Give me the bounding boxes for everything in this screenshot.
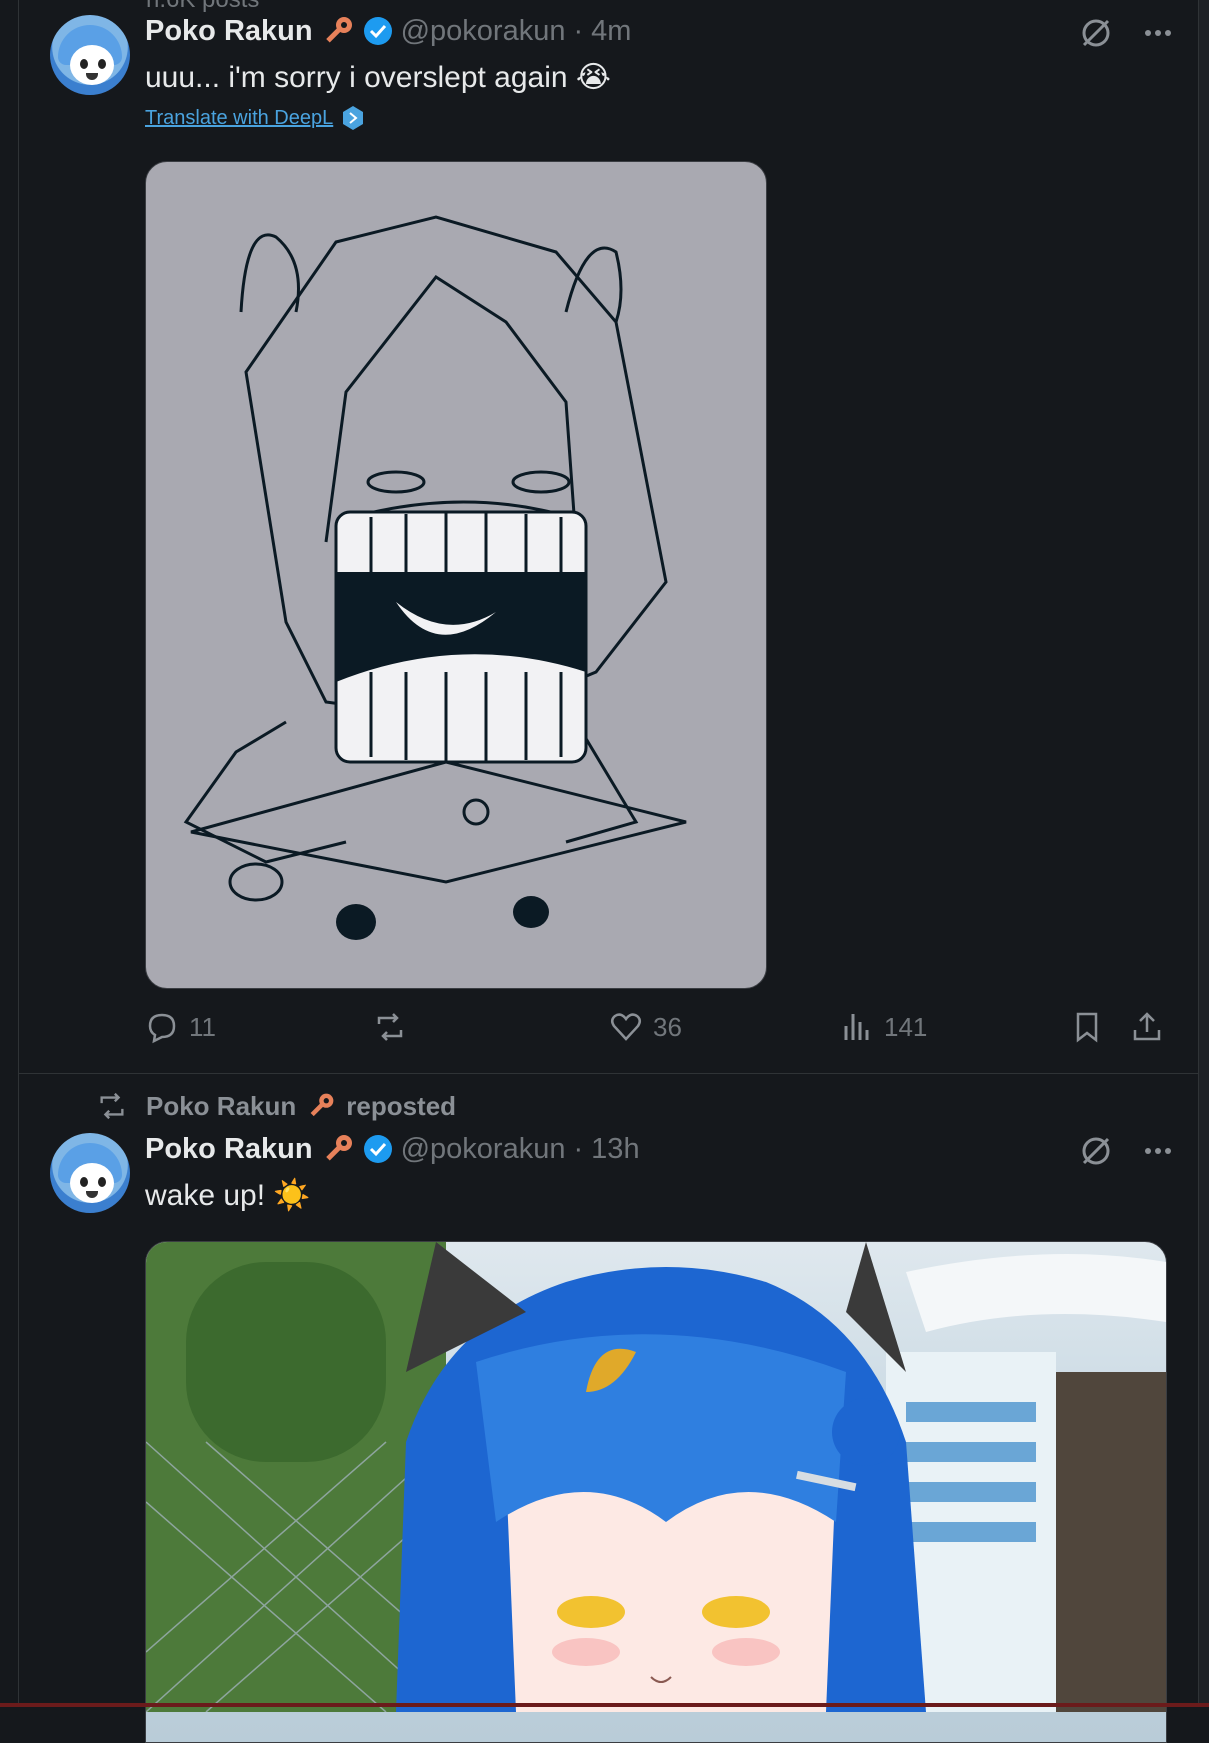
- key-icon: [325, 1135, 352, 1161]
- more-icon[interactable]: [1140, 15, 1176, 51]
- repost-icon: [100, 1092, 124, 1120]
- share-icon: [1133, 1012, 1161, 1041]
- bookmark-icon: [1076, 1012, 1098, 1043]
- post-time[interactable]: · 13h: [573, 1133, 639, 1166]
- author-handle[interactable]: @pokorakun: [401, 15, 566, 48]
- key-icon: [325, 17, 352, 43]
- grok-icon[interactable]: [1078, 15, 1114, 51]
- tweet-text: uuu... i'm sorry i overslept again 😭: [145, 61, 611, 94]
- more-icon[interactable]: [1140, 1133, 1176, 1169]
- author-avatar[interactable]: [50, 1133, 130, 1213]
- translate-label[interactable]: Translate with DeepL: [145, 107, 333, 130]
- like-button[interactable]: 36: [609, 1010, 682, 1044]
- repost-suffix: reposted: [346, 1090, 457, 1121]
- author-handle[interactable]: @pokorakun: [401, 1133, 566, 1166]
- share-button[interactable]: [1130, 1010, 1164, 1044]
- key-icon: [310, 1093, 334, 1117]
- tweet-actions: 11 36 141: [145, 1010, 1165, 1050]
- repost-by[interactable]: Poko Rakun: [146, 1091, 296, 1122]
- views-icon: [844, 1014, 869, 1040]
- verified-icon: [363, 1135, 392, 1163]
- post-time[interactable]: · 4m: [573, 15, 631, 48]
- author-name[interactable]: Poko Rakun: [145, 15, 313, 48]
- deepl-icon: [343, 106, 364, 130]
- like-count: 36: [653, 1011, 682, 1042]
- avatar-photo: [146, 1242, 1166, 1713]
- reply-icon: [148, 1013, 176, 1044]
- author-name[interactable]: Poko Rakun: [145, 1133, 313, 1166]
- repost-icon: [377, 1013, 403, 1041]
- views-button[interactable]: 141: [840, 1010, 927, 1044]
- grok-icon[interactable]: [1078, 1133, 1114, 1169]
- repost-context: Poko Rakun reposted: [96, 1090, 456, 1122]
- views-count: 141: [884, 1011, 928, 1042]
- like-icon: [611, 1013, 641, 1041]
- tweet-text: wake up! ☀️: [145, 1179, 311, 1212]
- verified-icon: [363, 17, 392, 45]
- translate-link[interactable]: Translate with DeepL: [145, 105, 365, 131]
- tweet-media-image[interactable]: [145, 161, 767, 989]
- tweet-media-image[interactable]: [145, 1241, 1167, 1743]
- author-avatar[interactable]: [50, 15, 130, 95]
- sketch-drawing: [183, 215, 687, 940]
- reply-count: 11: [189, 1011, 216, 1042]
- timeline-hint: n.6K posts: [146, 0, 259, 14]
- reply-button[interactable]: 11: [145, 1010, 216, 1044]
- repost-button[interactable]: [373, 1010, 417, 1044]
- bookmark-button[interactable]: [1070, 1010, 1104, 1044]
